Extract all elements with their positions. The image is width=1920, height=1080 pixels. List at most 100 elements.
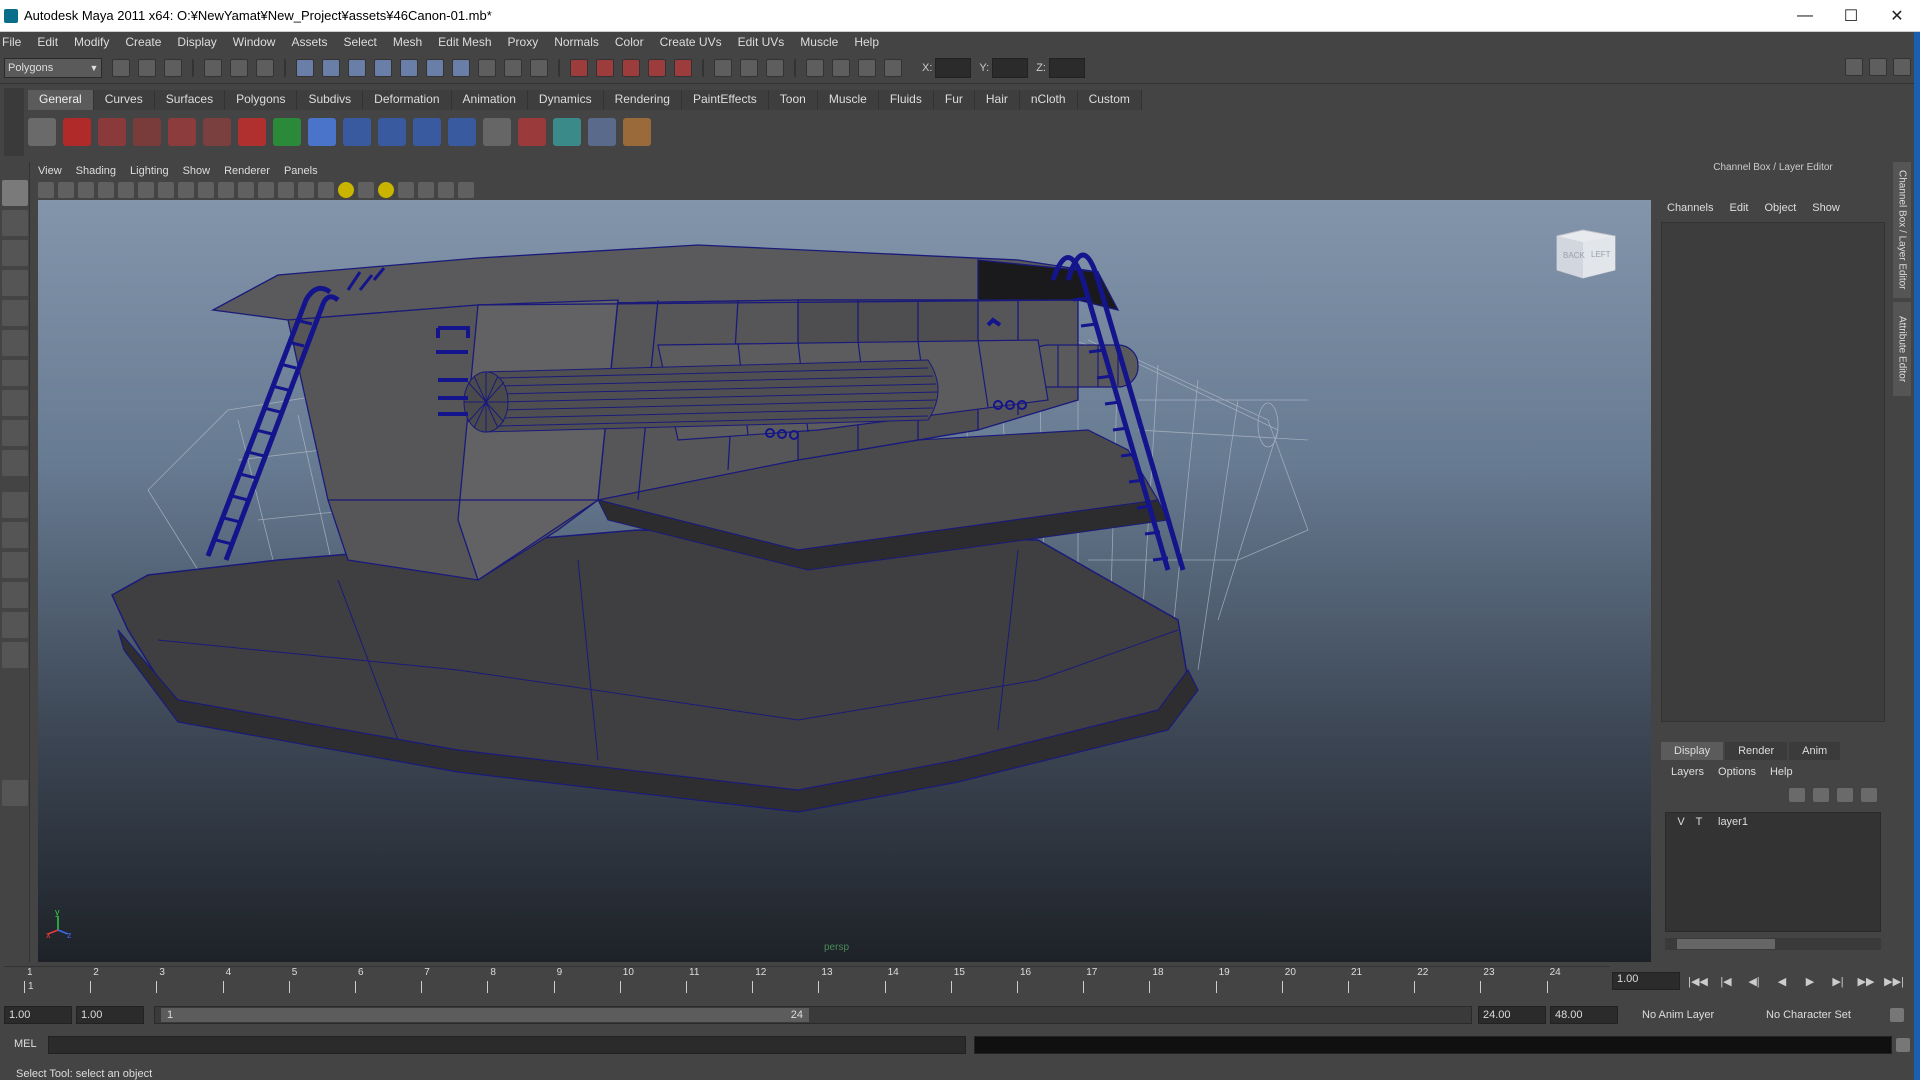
last-tool-icon[interactable] — [2, 450, 28, 476]
shelf-options-strip[interactable] — [4, 88, 24, 156]
x-field[interactable] — [935, 57, 972, 78]
menu-window[interactable]: Window — [225, 35, 284, 49]
character-set-dropdown[interactable]: No Character Set — [1760, 1006, 1876, 1024]
range-slider-track[interactable]: 1 24 — [154, 1006, 1472, 1024]
shelf-tab-ncloth[interactable]: nCloth — [1019, 90, 1078, 110]
scale-tool-icon[interactable] — [2, 330, 28, 356]
xray-joints-icon[interactable] — [438, 182, 454, 198]
layer-menu-help[interactable]: Help — [1770, 766, 1793, 778]
shelf-tab-dynamics[interactable]: Dynamics — [527, 90, 604, 110]
shelf-tab-fluids[interactable]: Fluids — [878, 90, 934, 110]
safe-title-icon[interactable] — [238, 182, 254, 198]
channel-box-area[interactable] — [1661, 222, 1885, 722]
menu-display[interactable]: Display — [169, 35, 224, 49]
new-scene-icon[interactable] — [112, 58, 130, 77]
safe-action-icon[interactable] — [218, 182, 234, 198]
skeleton-icon[interactable] — [378, 118, 406, 146]
menu-file[interactable]: File — [0, 35, 29, 49]
layer-menu-layers[interactable]: Layers — [1671, 766, 1704, 778]
y-field[interactable] — [992, 57, 1029, 78]
show-manipulator-icon[interactable] — [2, 420, 28, 446]
scrollbar-thumb[interactable] — [1677, 939, 1775, 949]
field-chart-icon[interactable] — [198, 182, 214, 198]
step-back-frame-icon[interactable]: ◀| — [1744, 972, 1764, 990]
image-plane-icon[interactable] — [98, 182, 114, 198]
film-gate-icon[interactable] — [138, 182, 154, 198]
artisan-tool-icon[interactable] — [2, 780, 28, 806]
go-to-start-icon[interactable]: |◀◀ — [1688, 972, 1708, 990]
textured-icon[interactable] — [318, 182, 334, 198]
menu-create-uvs[interactable]: Create UVs — [652, 35, 730, 49]
loop-icon[interactable] — [238, 118, 266, 146]
step-back-key-icon[interactable]: |◀ — [1716, 972, 1736, 990]
toggle-tool-settings-icon[interactable] — [1869, 58, 1887, 76]
maximize-button[interactable]: ☐ — [1828, 0, 1874, 32]
layer-row[interactable]: V Tlayer1 — [1666, 813, 1880, 831]
side-tab-attribute-editor[interactable]: Attribute Editor — [1893, 302, 1911, 396]
menu-proxy[interactable]: Proxy — [500, 35, 547, 49]
snap-live-icon[interactable] — [426, 58, 444, 77]
layer-menu-options[interactable]: Options — [1718, 766, 1756, 778]
viewport-menu-shading[interactable]: Shading — [76, 165, 116, 177]
toggle-channel-box-icon[interactable] — [1893, 58, 1911, 76]
open-scene-icon[interactable] — [138, 58, 156, 77]
lock-icon[interactable] — [504, 58, 522, 77]
hypershade-icon[interactable] — [648, 58, 666, 77]
snap-plane-icon[interactable] — [374, 58, 392, 77]
graph-layout-icon[interactable] — [2, 582, 28, 608]
cloth-icon[interactable] — [98, 118, 126, 146]
side-tab-channel-box[interactable]: Channel Box / Layer Editor — [1893, 162, 1911, 298]
create-layer-icon[interactable] — [1837, 788, 1853, 802]
move-layer-down-icon[interactable] — [1813, 788, 1829, 802]
channel-box-icon[interactable] — [884, 58, 902, 77]
soft-mod-tool-icon[interactable] — [2, 390, 28, 416]
animation-start-field[interactable]: 1.00 — [4, 1006, 72, 1024]
shelf-tab-deformation[interactable]: Deformation — [363, 90, 452, 110]
snap-surface-icon[interactable] — [400, 58, 418, 77]
shelf-tab-animation[interactable]: Animation — [451, 90, 528, 110]
manipulator-tool-icon[interactable] — [2, 360, 28, 386]
toggle-attribute-editor-icon[interactable] — [1845, 58, 1863, 76]
playback-end-field[interactable]: 24.00 — [1478, 1006, 1546, 1024]
current-time-field[interactable]: 1.00 — [1612, 972, 1680, 990]
menu-edit-uvs[interactable]: Edit UVs — [730, 35, 793, 49]
shelf-tab-general[interactable]: General — [28, 90, 94, 110]
shelf-tab-rendering[interactable]: Rendering — [603, 90, 682, 110]
shadows-icon[interactable] — [378, 182, 394, 198]
menu-muscle[interactable]: Muscle — [792, 35, 846, 49]
viewport-menu-panels[interactable]: Panels — [284, 165, 318, 177]
cube-icon[interactable] — [588, 118, 616, 146]
render-frame-icon[interactable] — [570, 58, 588, 77]
viewport-menu-lighting[interactable]: Lighting — [130, 165, 169, 177]
range-slider-handle[interactable]: 1 24 — [161, 1008, 809, 1022]
input-line-icon[interactable] — [714, 58, 732, 77]
bookmark-icon[interactable] — [78, 182, 94, 198]
channel-menu-object[interactable]: Object — [1764, 202, 1796, 214]
menu-edit-mesh[interactable]: Edit Mesh — [430, 35, 499, 49]
gate-mask-icon[interactable] — [178, 182, 194, 198]
select-hierarchy-icon[interactable] — [204, 58, 222, 77]
shelf-tab-polygons[interactable]: Polygons — [225, 90, 298, 110]
minimize-button[interactable]: — — [1782, 0, 1828, 32]
menu-assets[interactable]: Assets — [283, 35, 335, 49]
attribute-editor-icon[interactable] — [832, 58, 850, 77]
go-to-end-icon[interactable]: ▶▶| — [1884, 972, 1904, 990]
channel-menu-edit[interactable]: Edit — [1729, 202, 1748, 214]
viewport-menu-renderer[interactable]: Renderer — [224, 165, 270, 177]
wireframe-on-shaded-icon[interactable] — [298, 182, 314, 198]
layer-tab-render[interactable]: Render — [1725, 742, 1788, 760]
channel-menu-channels[interactable]: Channels — [1667, 202, 1713, 214]
default-lighting-icon[interactable] — [338, 182, 354, 198]
viewport-menu-show[interactable]: Show — [183, 165, 211, 177]
script-editor-icon[interactable] — [1896, 1038, 1910, 1052]
play-backwards-icon[interactable]: ◀ — [1772, 972, 1792, 990]
render-layout-icon[interactable] — [2, 642, 28, 668]
show-sidebar-icon[interactable] — [806, 58, 824, 77]
menu-set-dropdown[interactable]: Polygons ▼ — [4, 57, 102, 78]
move-layer-up-icon[interactable] — [1789, 788, 1805, 802]
resolution-gate-icon[interactable] — [158, 182, 174, 198]
time-slider[interactable]: 1 2 3 4 5 6 7 8 9 10 11 12 13 14 15 16 17 18 19 20 21 22 23 24 1 — [4, 966, 1610, 996]
move-tool-icon[interactable] — [2, 270, 28, 296]
viewport-menu-view[interactable]: View — [38, 165, 62, 177]
ball-icon[interactable] — [308, 118, 336, 146]
